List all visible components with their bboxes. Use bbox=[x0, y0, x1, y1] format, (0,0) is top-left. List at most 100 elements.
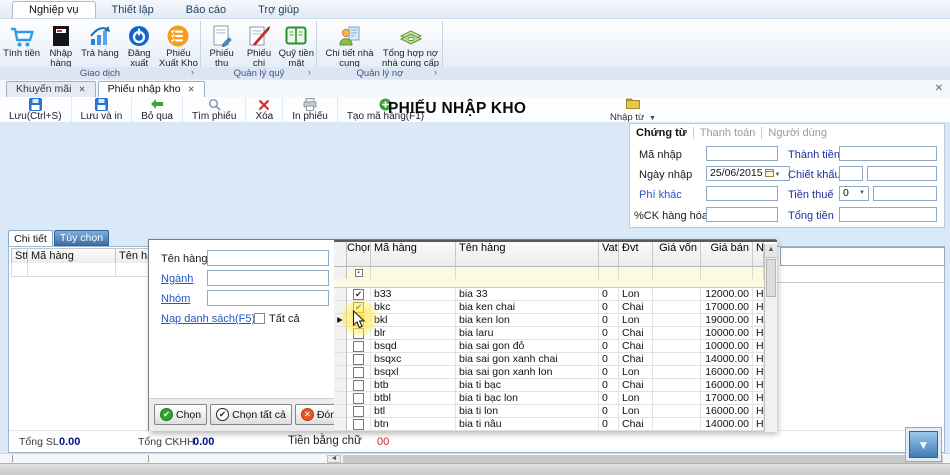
ribbon-item-quy-tien-mat[interactable]: Quỹ tiền mặt bbox=[278, 21, 315, 70]
column-header-ma-hang[interactable]: Mã hàng bbox=[371, 242, 456, 267]
total-field[interactable] bbox=[839, 207, 937, 222]
chevron-icon[interactable]: › bbox=[434, 67, 437, 77]
scrollbar-thumb[interactable] bbox=[343, 455, 943, 463]
grid-row-line bbox=[777, 282, 945, 283]
discount-pct-field[interactable] bbox=[839, 166, 863, 181]
ribbon-item-label: Trả hàng bbox=[81, 48, 119, 59]
tab-chung-tu[interactable]: Chứng từ bbox=[636, 127, 694, 139]
group-label-giao-dich: Giao dịch › bbox=[79, 67, 194, 79]
scroll-bottom-button[interactable]: ▼ bbox=[905, 427, 942, 462]
ribbon-tab-bao-cao[interactable]: Báo cáo bbox=[170, 2, 242, 18]
column-header-chon[interactable]: Chọn bbox=[347, 242, 371, 267]
row-checkbox[interactable] bbox=[353, 418, 364, 430]
import-date-field[interactable]: 25/06/2015 ▼ bbox=[706, 166, 790, 181]
column-header-dvt[interactable]: Đvt bbox=[619, 242, 653, 267]
skip-button[interactable]: Bỏ qua bbox=[132, 97, 183, 122]
tab-tuy-chon[interactable]: Tùy chọn bbox=[54, 230, 109, 246]
delete-button[interactable]: Xóa bbox=[246, 97, 284, 122]
tax-rate-select[interactable]: 0 ▼ bbox=[839, 186, 869, 201]
column-header-gia-ban[interactable]: Giá bán bbox=[701, 242, 753, 267]
row-checkbox[interactable] bbox=[353, 340, 364, 352]
goods-discount-pct-label: %CK hàng hóa bbox=[634, 210, 708, 222]
chevron-icon[interactable]: › bbox=[191, 67, 194, 77]
ribbon-item-dang-xuat[interactable]: Đăng xuất bbox=[120, 21, 159, 70]
row-checkbox[interactable] bbox=[353, 379, 364, 391]
group-input[interactable] bbox=[207, 290, 329, 306]
all-checkbox[interactable] bbox=[254, 313, 265, 324]
product-row[interactable]: ✔ bkcbia ken chai 0Chai 17000.00 HU bbox=[334, 301, 777, 314]
column-header-stt[interactable]: Stt bbox=[11, 248, 28, 264]
product-row-selected[interactable]: ▶ ✔ bklbia ken lon 0Lon 19000.00 HU bbox=[334, 314, 777, 327]
ribbon-item-tra-hang[interactable]: Trả hàng bbox=[80, 21, 119, 59]
select-all-checkbox[interactable]: ▪ bbox=[354, 269, 363, 277]
column-header-ten-hang[interactable]: Tên hàng bbox=[456, 242, 599, 267]
tab-thanh-toan[interactable]: Thanh toán bbox=[694, 127, 763, 139]
ribbon-tab-nghiep-vu[interactable]: Nghiệp vụ bbox=[12, 1, 96, 18]
ribbon-item-phieu-xuat-kho[interactable]: Phiếu Xuất Kho bbox=[159, 21, 198, 70]
close-icon[interactable]: ✕ bbox=[935, 83, 943, 94]
chevron-down-icon[interactable]: ▼ bbox=[774, 172, 780, 178]
product-row[interactable]: btblbia ti bạc lon 0Lon 17000.00 HU bbox=[334, 392, 777, 405]
horizontal-scrollbar[interactable]: ◄ bbox=[0, 453, 950, 463]
product-row[interactable]: blrbia laru 0Chai 10000.00 HU bbox=[334, 327, 777, 340]
ribbon-item-nhap-hang[interactable]: Nhập hàng bbox=[41, 21, 80, 70]
ribbon-tab-tro-giup[interactable]: Trợ giúp bbox=[242, 2, 315, 18]
ribbon-item-chi-tiet-nha-cung[interactable]: Chi tiết nhà cung bbox=[319, 21, 380, 70]
choose-button[interactable]: ✔ Chọn bbox=[154, 404, 208, 425]
save-print-button[interactable]: Lưu và in bbox=[72, 97, 133, 122]
product-row[interactable]: ✔ b33bia 33 0Lon 12000.00 HU bbox=[334, 288, 777, 301]
row-checkbox[interactable] bbox=[353, 366, 364, 378]
import-code-field[interactable] bbox=[706, 146, 778, 161]
column-header-nh[interactable]: Nh bbox=[753, 242, 764, 267]
column-header-ma-hang[interactable]: Mã hàng bbox=[27, 248, 116, 264]
ribbon-item-phieu-thu[interactable]: Phiếu thu bbox=[203, 21, 240, 70]
product-row[interactable]: btbbia ti bạc 0Chai 16000.00 HU bbox=[334, 379, 777, 392]
red-x-circle-icon: ✕ bbox=[300, 408, 314, 421]
product-row[interactable]: bsqxl bia sai gon xanh lon 0 Lon 16000.00 … bbox=[334, 366, 777, 379]
ribbon-item-phieu-chi[interactable]: Phiếu chi bbox=[240, 21, 277, 70]
product-row[interactable]: bsqxc bia sai gon xanh chai 0 Chai 14000.0… bbox=[334, 353, 777, 366]
ribbon-item-tinh-tien[interactable]: Tính tiền bbox=[2, 21, 41, 59]
row-checkbox[interactable]: ✔ bbox=[353, 288, 364, 300]
find-voucher-button[interactable]: Tìm phiếu bbox=[183, 97, 247, 122]
filter-row: ▪ bbox=[334, 267, 777, 279]
amount-field[interactable] bbox=[839, 146, 937, 161]
load-list-link[interactable]: Nạp danh sách(F5) bbox=[161, 313, 255, 325]
group-link[interactable]: Nhóm bbox=[161, 293, 190, 305]
tax-amount-field[interactable] bbox=[873, 186, 937, 201]
product-row[interactable]: btlbia ti lon 0Lon 16000.00 HU bbox=[334, 405, 777, 418]
import-from-button[interactable]: Nhập từ ▼ bbox=[610, 98, 656, 123]
scroll-left-icon[interactable]: ◄ bbox=[327, 455, 341, 463]
tab-close-icon[interactable]: ✕ bbox=[188, 84, 195, 95]
other-fee-field[interactable] bbox=[706, 186, 778, 201]
ribbon-tab-thiet-lap[interactable]: Thiết lập bbox=[96, 2, 170, 18]
tab-chi-tiet[interactable]: Chi tiết bbox=[8, 230, 53, 246]
vertical-scrollbar[interactable]: ▲ bbox=[764, 244, 777, 432]
tab-phieu-nhap-kho[interactable]: Phiếu nhập kho ✕ bbox=[97, 81, 205, 97]
product-row[interactable]: btnbia ti nâu 0Chai 14000.00 HU bbox=[334, 418, 777, 431]
choose-all-button[interactable]: ✔ Chọn tất cả bbox=[210, 404, 292, 425]
total-discount-label: Tổng CKHH bbox=[138, 436, 195, 448]
ribbon-item-tong-hop-no[interactable]: Tổng hợp nợ nhà cung cấp bbox=[380, 21, 441, 70]
column-header-gia-von[interactable]: Giá vốn bbox=[653, 242, 701, 267]
scroll-up-icon[interactable]: ▲ bbox=[765, 244, 777, 258]
discount-amount-field[interactable] bbox=[867, 166, 937, 181]
tab-khuyen-mai[interactable]: Khuyến mãi ✕ bbox=[6, 81, 96, 97]
row-checkbox[interactable] bbox=[353, 392, 364, 404]
save-button[interactable]: Lưu(Ctrl+S) bbox=[0, 97, 72, 122]
ribbon-item-label: Tính tiền bbox=[3, 48, 41, 59]
amount-in-words-label: Tiền bằng chữ bbox=[288, 435, 362, 447]
row-checkbox[interactable] bbox=[353, 353, 364, 365]
category-input[interactable] bbox=[207, 270, 329, 286]
chevron-icon[interactable]: › bbox=[308, 67, 311, 77]
column-header-vat[interactable]: Vat bbox=[599, 242, 619, 267]
product-row[interactable]: bsqdbia sai gon đỏ 0Chai 10000.00 HU bbox=[334, 340, 777, 353]
scrollbar-thumb[interactable] bbox=[766, 259, 776, 297]
row-checkbox[interactable] bbox=[353, 405, 364, 417]
tab-close-icon[interactable]: ✕ bbox=[78, 84, 85, 95]
tab-nguoi-dung[interactable]: Người dùng bbox=[762, 127, 833, 139]
product-name-input[interactable] bbox=[207, 250, 329, 266]
goods-discount-pct-field[interactable] bbox=[706, 207, 778, 222]
category-link[interactable]: Ngành bbox=[161, 273, 193, 285]
print-voucher-button[interactable]: In phiếu bbox=[283, 97, 338, 122]
